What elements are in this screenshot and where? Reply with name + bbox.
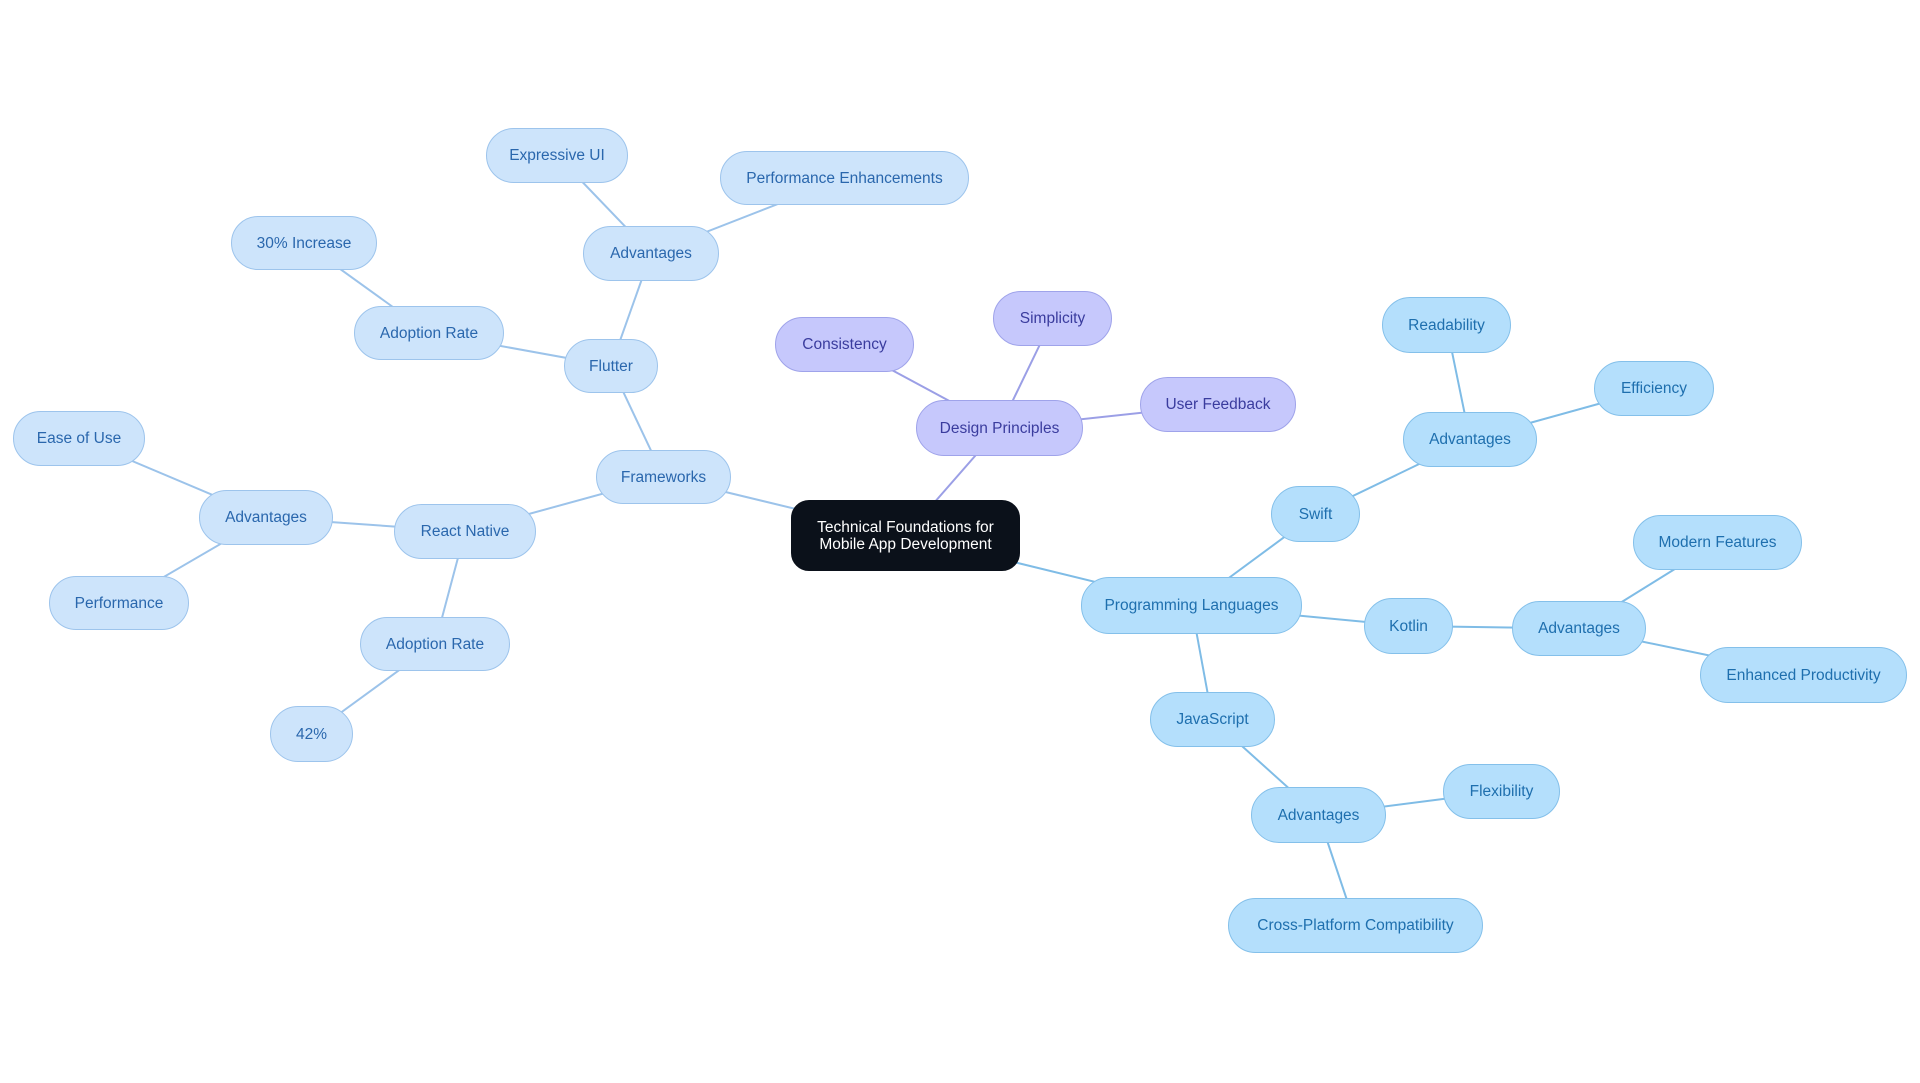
node-rn-adv[interactable]: Advantages bbox=[199, 490, 333, 545]
node-perf-enh[interactable]: Performance Enhancements bbox=[720, 151, 969, 205]
node-kotlin-adv[interactable]: Advantages bbox=[1512, 601, 1646, 656]
node-flutter-adv[interactable]: Advantages bbox=[583, 226, 719, 281]
node-flutter-adopt[interactable]: Adoption Rate bbox=[354, 306, 504, 360]
node-swift-adv[interactable]: Advantages bbox=[1403, 412, 1537, 467]
node-cross-platform[interactable]: Cross-Platform Compatibility bbox=[1228, 898, 1483, 953]
node-swift[interactable]: Swift bbox=[1271, 486, 1360, 542]
node-js-adv[interactable]: Advantages bbox=[1251, 787, 1386, 843]
node-javascript[interactable]: JavaScript bbox=[1150, 692, 1275, 747]
node-performance[interactable]: Performance bbox=[49, 576, 189, 630]
node-frameworks[interactable]: Frameworks bbox=[596, 450, 731, 504]
node-efficiency[interactable]: Efficiency bbox=[1594, 361, 1714, 416]
node-pct-42[interactable]: 42% bbox=[270, 706, 353, 762]
node-modern-features[interactable]: Modern Features bbox=[1633, 515, 1802, 570]
node-react-native[interactable]: React Native bbox=[394, 504, 536, 559]
node-kotlin[interactable]: Kotlin bbox=[1364, 598, 1453, 654]
node-ease-of-use[interactable]: Ease of Use bbox=[13, 411, 145, 466]
root-node[interactable]: Technical Foundations for Mobile App Dev… bbox=[791, 500, 1020, 571]
node-enhanced-prod[interactable]: Enhanced Productivity bbox=[1700, 647, 1907, 703]
node-expressive-ui[interactable]: Expressive UI bbox=[486, 128, 628, 183]
node-languages[interactable]: Programming Languages bbox=[1081, 577, 1302, 634]
node-flutter[interactable]: Flutter bbox=[564, 339, 658, 393]
node-consistency[interactable]: Consistency bbox=[775, 317, 914, 372]
node-readability[interactable]: Readability bbox=[1382, 297, 1511, 353]
node-design[interactable]: Design Principles bbox=[916, 400, 1083, 456]
node-flexibility[interactable]: Flexibility bbox=[1443, 764, 1560, 819]
node-simplicity[interactable]: Simplicity bbox=[993, 291, 1112, 346]
node-rn-adopt[interactable]: Adoption Rate bbox=[360, 617, 510, 671]
node-user-feedback[interactable]: User Feedback bbox=[1140, 377, 1296, 432]
node-increase-30[interactable]: 30% Increase bbox=[231, 216, 377, 270]
